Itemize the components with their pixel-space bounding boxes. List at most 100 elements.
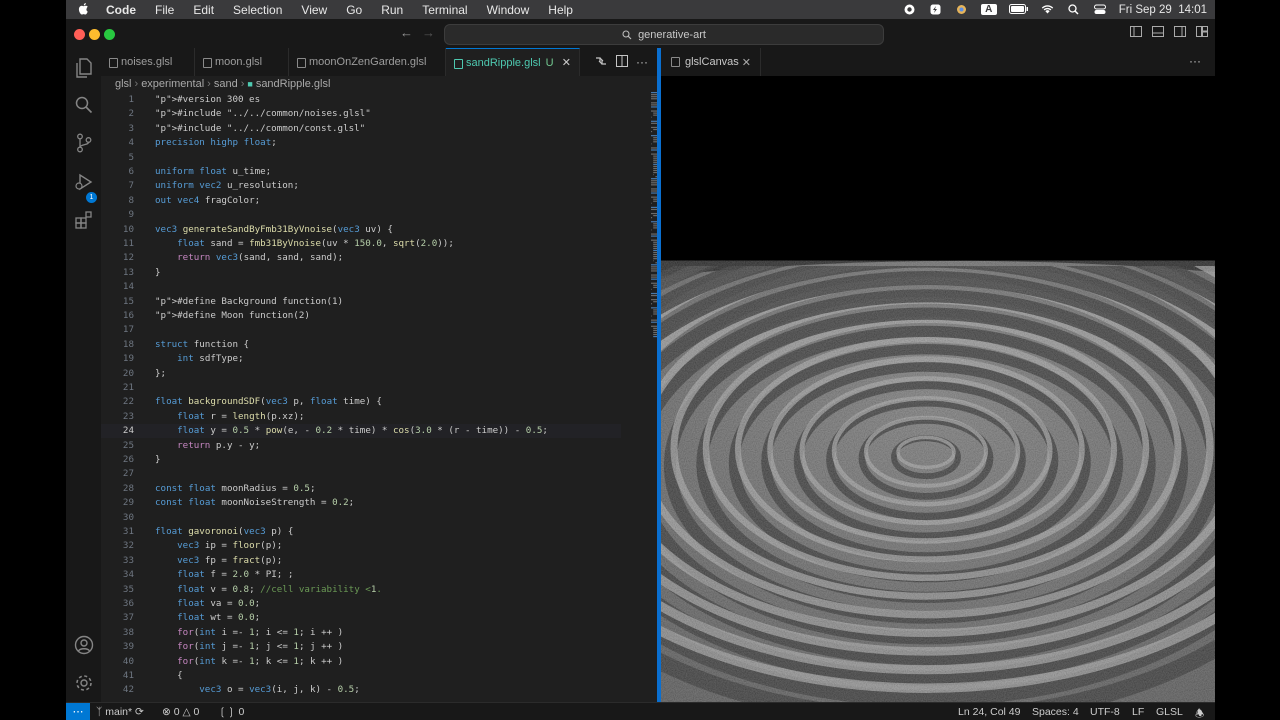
breadcrumb-item[interactable]: sand [214, 78, 238, 90]
code-line[interactable]: 36 float va = 0.0; [101, 597, 621, 611]
run-debug-icon[interactable] [73, 171, 94, 192]
code-line[interactable]: 11 float sand = fmb31ByVnoise(uv * 150.0… [101, 237, 621, 251]
code-line[interactable]: 41 { [101, 669, 621, 683]
code-line[interactable]: 15 "p">#define Background function(1) [101, 295, 621, 309]
remote-indicator-icon[interactable]: ⋯ [66, 703, 90, 720]
apple-icon[interactable] [78, 2, 92, 18]
code-line[interactable]: 35 float v = 0.8; //cell variability <1. [101, 583, 621, 597]
code-line[interactable]: 14 [101, 280, 621, 294]
problems-status[interactable]: ⊗ 0 △ 0 [162, 706, 199, 718]
control-center-icon[interactable] [1093, 4, 1107, 15]
code-line[interactable]: 12 return vec3(sand, sand, sand); [101, 251, 621, 265]
code-line[interactable]: 34 float f = 2.0 * PI; ; [101, 568, 621, 582]
toggle-primary-sidebar-icon[interactable] [1130, 26, 1142, 40]
code-line[interactable]: 16 "p">#define Moon function(2) [101, 309, 621, 323]
tab-moon-glsl[interactable]: moon.glsl [195, 48, 289, 76]
bolt-app-icon[interactable] [929, 4, 943, 15]
code-line[interactable]: 32 vec3 ip = floor(p); [101, 539, 621, 553]
source-control-icon[interactable] [73, 132, 94, 153]
command-center-search[interactable]: generative-art [444, 24, 884, 45]
language-mode[interactable]: GLSL [1156, 706, 1183, 718]
close-tab-icon[interactable]: ✕ [742, 56, 751, 69]
tab-noises-glsl[interactable]: noises.glsl [101, 48, 195, 76]
menu-go[interactable]: Go [346, 3, 362, 17]
branch-status[interactable]: ᛉ main* ⟳ [96, 706, 144, 718]
menu-run[interactable]: Run [381, 3, 403, 17]
code-line[interactable]: 7 uniform vec2 u_resolution; [101, 179, 621, 193]
minimize-window-button[interactable] [89, 29, 100, 40]
menu-file[interactable]: File [155, 3, 174, 17]
code-line[interactable]: 13} [101, 266, 621, 280]
code-line[interactable]: 6 uniform float u_time; [101, 165, 621, 179]
code-line[interactable]: 42 vec3 o = vec3(i, j, k) - 0.5; [101, 683, 621, 697]
code-line[interactable]: 19 int sdfType; [101, 352, 621, 366]
customize-layout-icon[interactable] [1196, 26, 1208, 40]
code-line[interactable]: 37 float wt = 0.0; [101, 611, 621, 625]
tab-glslcanvas[interactable]: glslCanvas ✕ [661, 48, 761, 76]
explorer-files-icon[interactable] [73, 57, 94, 78]
code-line[interactable]: 8 out vec4 fragColor; [101, 194, 621, 208]
eol-status[interactable]: LF [1132, 706, 1144, 718]
spotlight-search-icon[interactable] [1067, 4, 1081, 15]
close-tab-icon[interactable]: ✕ [562, 56, 571, 69]
code-line[interactable]: 2 "p">#include "../../common/noises.glsl" [101, 107, 621, 121]
bell-icon[interactable]: 🕭 [1195, 706, 1204, 720]
wifi-icon[interactable] [1041, 4, 1055, 15]
code-line[interactable]: 29 const float moonNoiseStrength = 0.2; [101, 496, 621, 510]
code-line[interactable]: 39 for(int j =- 1; j <= 1; j ++ ) [101, 640, 621, 654]
input-source-icon[interactable]: A [980, 4, 997, 15]
code-line[interactable]: 3 "p">#include "../../common/const.glsl" [101, 122, 621, 136]
code-line[interactable]: 20}; [101, 367, 621, 381]
code-line[interactable]: 33 vec3 fp = fract(p); [101, 554, 621, 568]
forward-arrow-icon[interactable]: → [422, 25, 435, 40]
menu-help[interactable]: Help [548, 3, 573, 17]
menu-terminal[interactable]: Terminal [422, 3, 467, 17]
code-line[interactable]: 27 [101, 467, 621, 481]
shader-render-canvas[interactable] [661, 76, 1215, 702]
code-line[interactable]: 38 for(int i =- 1; i <= 1; i ++ ) [101, 626, 621, 640]
code-line[interactable]: 24 float y = 0.5 * pow(e, - 0.2 * time) … [101, 424, 621, 439]
code-line[interactable]: 18 struct function { [101, 338, 621, 352]
code-line[interactable]: 1 "p">#version 300 es [101, 93, 621, 107]
code-line[interactable]: 26} [101, 453, 621, 467]
record-icon[interactable] [903, 4, 917, 15]
battery-icon[interactable] [1008, 4, 1029, 15]
code-line[interactable]: 17 [101, 323, 621, 337]
toggle-panel-icon[interactable] [1152, 26, 1164, 40]
zoom-window-button[interactable] [104, 29, 115, 40]
toggle-secondary-sidebar-icon[interactable] [1174, 26, 1186, 40]
more-actions-icon[interactable]: ··· [1189, 54, 1201, 68]
menu-window[interactable]: Window [487, 3, 530, 17]
code-line[interactable]: 9 [101, 208, 621, 222]
menu-selection[interactable]: Selection [233, 3, 282, 17]
search-icon[interactable] [73, 94, 94, 115]
code-line[interactable]: 10 vec3 generateSandByFmb31ByVnoise(vec3 … [101, 223, 621, 237]
code-line[interactable]: 4 precision highp float; [101, 136, 621, 150]
account-icon[interactable] [73, 634, 94, 655]
menu-view[interactable]: View [301, 3, 327, 17]
code-line[interactable]: 31 float gavoronoi(vec3 p) { [101, 525, 621, 539]
breadcrumb-item[interactable]: experimental [141, 78, 204, 90]
cursor-position[interactable]: Ln 24, Col 49 [958, 706, 1020, 718]
code-line[interactable]: 28 const float moonRadius = 0.5; [101, 482, 621, 496]
breadcrumb-item[interactable]: sandRipple.glsl [256, 78, 331, 90]
ports-status[interactable]: ❲❳ 0 [218, 706, 244, 718]
code-line[interactable]: 22 float backgroundSDF(vec3 p, float time… [101, 395, 621, 409]
split-editor-icon[interactable] [616, 55, 628, 70]
color-picker-icon[interactable] [955, 4, 969, 15]
tab-moonOnZenGarden-glsl[interactable]: moonOnZenGarden.glsl [289, 48, 446, 76]
open-changes-icon[interactable] [595, 55, 607, 70]
menu-app-name[interactable]: Code [106, 3, 136, 17]
menubar-clock[interactable]: Fri Sep 29 14:01 [1119, 4, 1207, 16]
tab-sandRipple-glsl[interactable]: sandRipple.glsl U ✕ [446, 48, 580, 76]
manage-gear-icon[interactable] [73, 672, 94, 693]
menu-edit[interactable]: Edit [193, 3, 214, 17]
code-line[interactable]: 25 return p.y - y; [101, 439, 621, 453]
back-arrow-icon[interactable]: ← [400, 25, 413, 40]
code-line[interactable]: 23 float r = length(p.xz); [101, 410, 621, 424]
close-window-button[interactable] [74, 29, 85, 40]
encoding-status[interactable]: UTF-8 [1090, 706, 1120, 718]
breadcrumb-item[interactable]: glsl [115, 78, 132, 90]
code-line[interactable]: 21 [101, 381, 621, 395]
code-line[interactable]: 30 [101, 511, 621, 525]
